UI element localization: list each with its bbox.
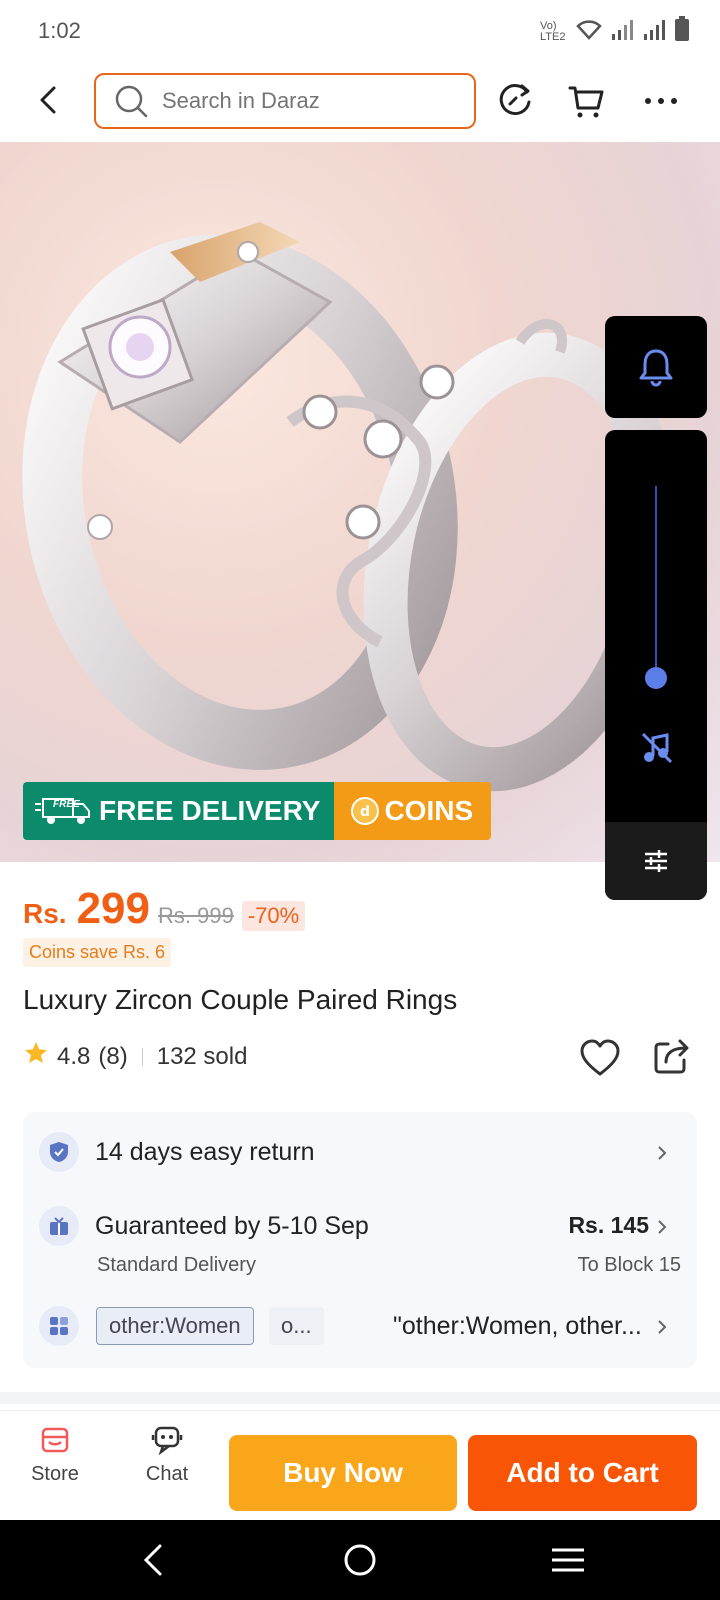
status-bar: 1:02 Vo) LTE2: [0, 0, 720, 60]
chevron-right-icon[interactable]: [653, 1218, 671, 1236]
chat-button[interactable]: Chat: [122, 1425, 212, 1505]
coins-badge: d COINS: [334, 782, 492, 840]
media-mute-button[interactable]: [639, 730, 675, 766]
promo-banner: FREE FREE DELIVERY d COINS: [23, 782, 492, 840]
system-navigation-bar: [0, 1520, 720, 1600]
share-button[interactable]: [652, 1036, 692, 1076]
system-back-button[interactable]: [134, 1540, 174, 1580]
heart-icon: [580, 1039, 620, 1076]
buy-now-button[interactable]: Buy Now: [229, 1435, 457, 1511]
back-button[interactable]: [30, 80, 70, 120]
share-icon: [654, 1039, 689, 1074]
system-home-button[interactable]: [340, 1540, 380, 1580]
rating-row[interactable]: 4.8 (8) 132 sold: [23, 1040, 247, 1073]
review-count: (8): [98, 1042, 128, 1070]
more-button[interactable]: [640, 80, 682, 122]
delivery-guarantee-label[interactable]: Guaranteed by 5-10 Sep: [95, 1212, 369, 1241]
rating-value: 4.8: [57, 1042, 91, 1070]
price-value: 299: [76, 884, 150, 933]
free-delivery-label: FREE DELIVERY: [99, 795, 321, 826]
history-button[interactable]: [494, 80, 536, 122]
status-time: 1:02: [38, 18, 81, 43]
bell-icon: [639, 349, 673, 387]
signal-2-icon: [642, 18, 666, 45]
recents-menu-icon: [552, 1548, 584, 1572]
search-input[interactable]: [162, 88, 442, 114]
chevron-right-icon[interactable]: [653, 1318, 671, 1336]
shield-icon: [39, 1132, 79, 1172]
ringer-toggle-button[interactable]: [605, 316, 707, 418]
return-policy-label[interactable]: 14 days easy return: [95, 1138, 315, 1167]
original-price: Rs. 999: [158, 903, 234, 928]
add-to-cart-button[interactable]: Add to Cart: [468, 1435, 697, 1511]
back-arrow-icon: [40, 86, 56, 114]
delivery-type-label: Standard Delivery: [97, 1254, 256, 1276]
system-recents-button[interactable]: [548, 1540, 588, 1580]
variant-chip-more[interactable]: o...: [269, 1307, 324, 1345]
store-button[interactable]: Store: [10, 1425, 100, 1505]
sold-count: 132 sold: [156, 1042, 248, 1070]
wishlist-button[interactable]: [578, 1036, 622, 1080]
coin-icon: d: [350, 796, 380, 826]
product-title: Luxury Zircon Couple Paired Rings: [23, 984, 458, 1015]
cart-icon: [568, 86, 604, 118]
volume-slider-knob[interactable]: [645, 667, 667, 689]
delivery-price: Rs. 145: [568, 1212, 649, 1238]
store-icon: [41, 1427, 69, 1453]
sound-settings-button[interactable]: [605, 822, 707, 900]
header: [0, 60, 720, 142]
music-off-icon: [641, 732, 673, 764]
search-icon: [115, 85, 148, 118]
star-icon: [23, 1040, 49, 1073]
home-circle-icon: [344, 1544, 376, 1576]
sliders-icon: [645, 850, 667, 872]
discount-badge: -70%: [241, 901, 306, 931]
back-chevron-icon: [143, 1544, 162, 1576]
cart-button[interactable]: [566, 80, 608, 122]
store-label: Store: [31, 1463, 79, 1485]
coins-save-badge: Coins save Rs. 6: [23, 938, 172, 967]
price-currency: Rs.: [23, 898, 67, 929]
status-icons: Vo) LTE2: [540, 16, 690, 47]
volume-slider-track[interactable]: [655, 486, 657, 676]
chat-icon: [151, 1426, 183, 1455]
refresh-history-icon: [499, 84, 531, 116]
wifi-icon: [576, 18, 602, 45]
gift-icon: [39, 1206, 79, 1246]
battery-icon: [674, 16, 690, 47]
price-row: Rs. 299 Rs. 999 -70%: [23, 884, 306, 934]
free-delivery-badge: FREE FREE DELIVERY: [23, 782, 335, 840]
delivery-destination[interactable]: To Block 15: [578, 1254, 681, 1277]
search-box[interactable]: [94, 73, 476, 129]
variant-summary[interactable]: "other:Women, other...: [393, 1312, 642, 1341]
chevron-right-icon[interactable]: [653, 1144, 671, 1162]
network-label: Vo) LTE2: [540, 19, 566, 43]
services-card: 14 days easy return Guaranteed by 5-10 S…: [23, 1112, 697, 1368]
coins-label: COINS: [384, 795, 474, 826]
svg-text:d: d: [360, 804, 370, 820]
rating-divider: [141, 1047, 143, 1066]
free-badge-text: FREE: [53, 799, 80, 810]
chat-label: Chat: [145, 1463, 189, 1485]
bottom-action-bar: Store Chat Buy Now Add to Cart: [0, 1410, 720, 1520]
more-dots-icon: [645, 98, 677, 104]
variant-chip[interactable]: other:Women: [96, 1307, 254, 1345]
section-divider: [0, 1392, 720, 1404]
grid-icon: [39, 1306, 79, 1346]
volume-panel: [605, 430, 707, 900]
signal-1-icon: [610, 18, 634, 45]
